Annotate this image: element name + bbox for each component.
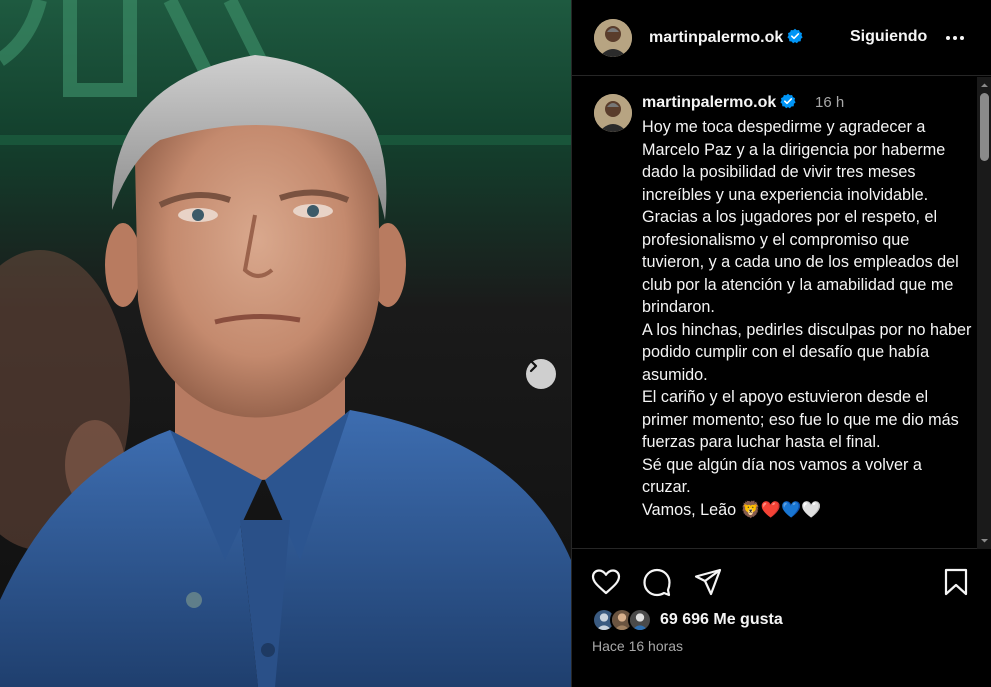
caption-avatar-image (594, 94, 632, 132)
scroll-down-arrow-icon[interactable] (980, 536, 989, 545)
chevron-right-icon (529, 359, 538, 373)
comment-icon[interactable] (642, 567, 672, 597)
avatar[interactable] (594, 18, 632, 57)
bookmark-icon[interactable] (941, 567, 971, 597)
liker-avatar[interactable] (628, 608, 652, 632)
caption-scrollbar[interactable] (977, 77, 991, 549)
caption-username-text[interactable]: martinpalermo.ok (642, 94, 776, 111)
post-image[interactable] (0, 0, 571, 687)
post-panel: martinpalermo.ok Siguiendo martinpalermo… (571, 0, 991, 687)
post-timestamp[interactable]: Hace 16 horas (592, 638, 683, 654)
caption-avatar[interactable] (594, 94, 632, 132)
caption-username[interactable]: martinpalermo.ok (642, 93, 796, 112)
more-dots-icon[interactable] (944, 27, 966, 49)
photo-portrait (0, 0, 571, 687)
heart-icon[interactable] (591, 567, 621, 597)
caption-timestamp[interactable]: 16 h (815, 94, 844, 111)
caption-section: martinpalermo.ok 16 h Hoy me toca desped… (572, 77, 977, 549)
verified-badge-icon (780, 93, 796, 109)
scrollbar-thumb[interactable] (980, 93, 989, 161)
caption-text: Hoy me toca despedirme y agradecer a Mar… (642, 118, 972, 519)
avatar-image (594, 18, 632, 57)
likes-row[interactable]: 69 696 Me gusta (592, 607, 783, 633)
verified-badge-icon (787, 28, 803, 44)
send-icon[interactable] (693, 567, 723, 597)
next-image-button[interactable] (526, 359, 556, 389)
header-username-text[interactable]: martinpalermo.ok (649, 29, 783, 46)
liker-avatar-image (630, 610, 650, 630)
scroll-up-arrow-icon[interactable] (980, 81, 989, 90)
likes-count[interactable]: 69 696 Me gusta (660, 611, 783, 629)
action-bar (572, 563, 991, 603)
header-username[interactable]: martinpalermo.ok (649, 28, 803, 47)
post-header: martinpalermo.ok Siguiendo (572, 0, 991, 76)
following-button[interactable]: Siguiendo (850, 28, 927, 46)
